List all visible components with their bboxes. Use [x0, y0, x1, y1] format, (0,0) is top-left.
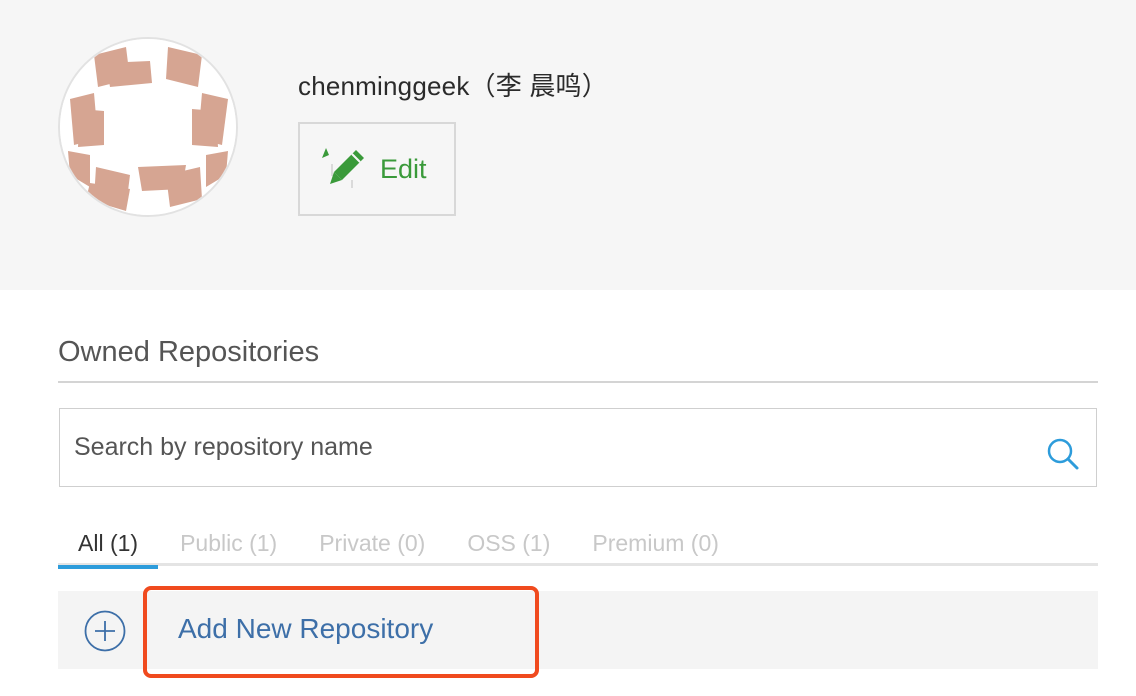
search-box: [59, 408, 1097, 487]
search-input[interactable]: [74, 409, 1034, 486]
edit-label: Edit: [380, 153, 427, 184]
tab-public[interactable]: Public (1): [160, 524, 297, 566]
tab-oss[interactable]: OSS (1): [447, 524, 570, 566]
tab-private[interactable]: Private (0): [299, 524, 445, 566]
avatar[interactable]: [58, 37, 238, 217]
tab-premium[interactable]: Premium (0): [572, 524, 739, 566]
search-icon[interactable]: [1046, 437, 1080, 471]
pencil-icon: [322, 148, 364, 188]
edit-profile-button[interactable]: Edit: [298, 122, 456, 216]
plus-circle-icon: [84, 610, 126, 652]
profile-username: chenminggeek（李 晨鸣）: [298, 71, 608, 101]
tab-all[interactable]: All (1): [58, 524, 159, 569]
add-repository-label: Add New Repository: [178, 613, 434, 644]
section-divider: [58, 381, 1098, 383]
avatar-identicon: [60, 39, 236, 215]
repository-filter-tabs: All (1) Public (1) Private (0) OSS (1) P…: [58, 524, 1098, 569]
profile-header: chenminggeek（李 晨鸣） Edit: [0, 0, 1136, 290]
section-title: Owned Repositories: [58, 336, 320, 368]
add-new-repository-button[interactable]: Add New Repository: [58, 591, 1098, 669]
